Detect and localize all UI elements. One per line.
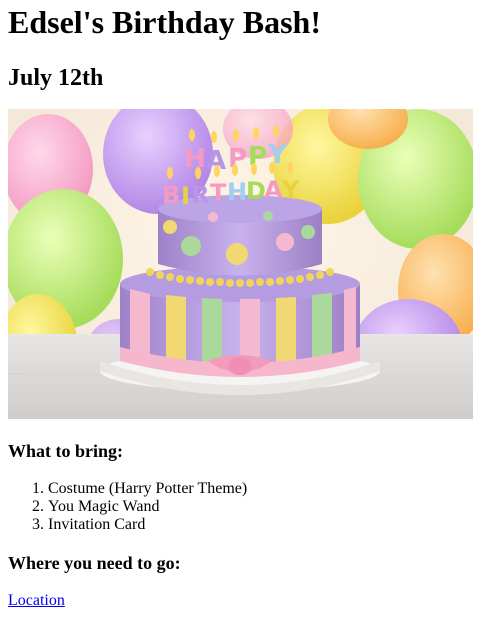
bring-heading: What to bring:	[8, 441, 124, 461]
svg-text:I: I	[181, 182, 190, 210]
svg-text:H: H	[227, 178, 247, 206]
list-item: Invitation Card	[48, 516, 484, 534]
location-heading: Where you need to go:	[8, 553, 181, 573]
page: Edsel's Birthday Bash! July 12th H A P P…	[0, 0, 492, 610]
location-link[interactable]: Location	[8, 592, 65, 610]
svg-text:P: P	[248, 142, 267, 172]
svg-text:D: D	[246, 177, 266, 205]
svg-text:H: H	[184, 144, 206, 174]
svg-text:B: B	[162, 181, 180, 209]
page-title: Edsel's Birthday Bash!	[8, 4, 321, 40]
svg-text:Y: Y	[281, 176, 300, 204]
svg-text:R: R	[191, 181, 209, 209]
svg-text:A: A	[264, 176, 283, 204]
svg-text:T: T	[210, 179, 227, 207]
bring-list: Costume (Harry Potter Theme) You Magic W…	[8, 480, 484, 534]
birthday-cake-image: H A P P Y B I R T H D A Y	[8, 109, 473, 419]
list-item: Costume (Harry Potter Theme)	[48, 480, 484, 498]
list-item: You Magic Wand	[48, 498, 484, 516]
event-date: July 12th	[8, 65, 104, 91]
